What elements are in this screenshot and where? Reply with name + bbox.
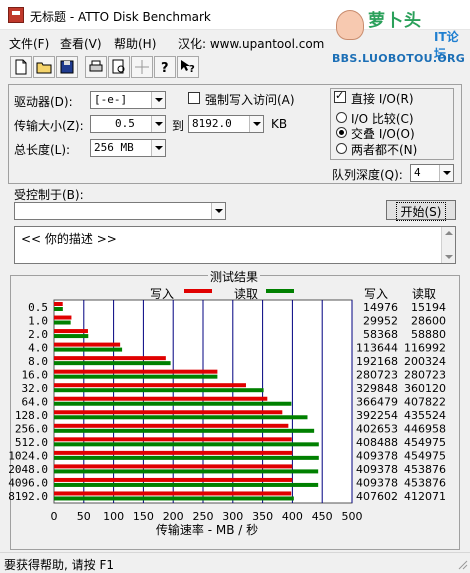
write-bar [54, 423, 289, 428]
write-bar [54, 491, 292, 496]
read-bar [54, 496, 294, 501]
write-bar [54, 315, 72, 320]
read-bar [54, 469, 319, 474]
chart-y-tick-label: 1024.0 [8, 450, 48, 463]
write-value-cell: 366479 [356, 396, 398, 409]
chart-y-tick-label: 4096.0 [8, 477, 48, 490]
status-bar: 要获得帮助, 请按 F1 [0, 552, 470, 572]
read-value-cell: 454975 [404, 450, 446, 463]
write-value-cell: 402653 [356, 423, 398, 436]
chart-x-tick-label: 450 [312, 510, 333, 523]
read-value-cell: 360120 [404, 382, 446, 395]
read-bar [54, 334, 89, 339]
read-bar [54, 455, 319, 460]
chart-x-tick-label: 300 [222, 510, 243, 523]
read-value-cell: 446958 [404, 423, 446, 436]
chart-y-tick-label: 2.0 [28, 328, 48, 341]
results-chart: 0 50 100 150 200 250 300 350 400 450 500 传输速率 - MB … [8, 299, 446, 537]
read-value-cell: 280723 [404, 368, 446, 381]
chart-x-tick-label: 250 [193, 510, 214, 523]
chart-x-tick-label: 50 [77, 510, 91, 523]
write-bar [54, 302, 63, 306]
chart-x-tick-label: 500 [342, 510, 363, 523]
chart-x-axis-label: 传输速率 - MB / 秒 [156, 522, 258, 537]
chart-y-tick-label: 8192.0 [8, 490, 48, 503]
chart-x-tick-label: 0 [51, 510, 58, 523]
chart-y-tick-label: 512.0 [15, 436, 48, 449]
chart-x-tick-label: 200 [163, 510, 184, 523]
write-value-cell: 409378 [356, 463, 398, 476]
write-value-cell: 409378 [356, 477, 398, 490]
read-bar [54, 442, 319, 447]
chart-y-tick-label: 256.0 [15, 423, 48, 436]
write-bar [54, 369, 218, 374]
chart-y-tick-label: 1.0 [28, 314, 48, 327]
read-value-cell: 453876 [404, 477, 446, 490]
read-value-cell: 200324 [404, 355, 446, 368]
write-value-cell: 392254 [356, 409, 398, 422]
read-bar [54, 388, 264, 393]
read-bar [54, 401, 292, 406]
read-bar [54, 307, 63, 311]
read-value-cell: 28600 [411, 314, 446, 327]
write-value-cell: 192168 [356, 355, 398, 368]
write-bar [54, 342, 121, 347]
read-bar [54, 320, 71, 325]
chart-y-tick-label: 0.5 [28, 301, 48, 314]
chart-x-tick-label: 150 [133, 510, 154, 523]
write-value-cell: 409378 [356, 450, 398, 463]
chart-x-tick-label: 100 [103, 510, 124, 523]
read-bar [54, 482, 319, 487]
write-bar [54, 356, 166, 361]
read-value-cell: 435524 [404, 409, 446, 422]
write-value-cell: 408488 [356, 436, 398, 449]
write-bar [54, 396, 268, 401]
write-value-cell: 14976 [363, 301, 398, 314]
chart-x-tick-label: 400 [282, 510, 303, 523]
write-bar [54, 450, 293, 455]
chart-y-tick-label: 32.0 [22, 382, 49, 395]
write-value-cell: 280723 [356, 368, 398, 381]
write-bar [54, 383, 246, 388]
read-bar [54, 347, 123, 352]
resize-grip-icon[interactable] [456, 558, 468, 570]
read-value-cell: 454975 [404, 436, 446, 449]
write-bar [54, 464, 293, 469]
read-value-cell: 58880 [411, 328, 446, 341]
status-text: 要获得帮助, 请按 F1 [4, 558, 114, 572]
read-bar [54, 428, 315, 433]
read-value-cell: 407822 [404, 396, 446, 409]
write-value-cell: 29952 [363, 314, 398, 327]
chart-y-tick-label: 128.0 [15, 409, 48, 422]
write-bar [54, 477, 293, 482]
write-value-cell: 407602 [356, 490, 398, 503]
read-bar [54, 374, 218, 379]
read-value-cell: 453876 [404, 463, 446, 476]
chart-x-tick-label: 350 [252, 510, 273, 523]
write-value-cell: 113644 [356, 341, 398, 354]
read-value-cell: 15194 [411, 301, 446, 314]
chart-y-tick-label: 16.0 [22, 368, 49, 381]
write-bar [54, 329, 88, 334]
read-value-cell: 412071 [404, 490, 446, 503]
chart-y-tick-label: 64.0 [22, 396, 49, 409]
read-bar [54, 361, 171, 366]
chart-y-tick-label: 4.0 [28, 341, 48, 354]
read-value-cell: 116992 [404, 341, 446, 354]
chart-y-tick-label: 2048.0 [8, 463, 48, 476]
write-value-cell: 58368 [363, 328, 398, 341]
write-value-cell: 329848 [356, 382, 398, 395]
read-bar [54, 415, 308, 420]
write-bar [54, 437, 292, 442]
write-bar [54, 410, 283, 415]
chart-y-tick-label: 8.0 [28, 355, 48, 368]
